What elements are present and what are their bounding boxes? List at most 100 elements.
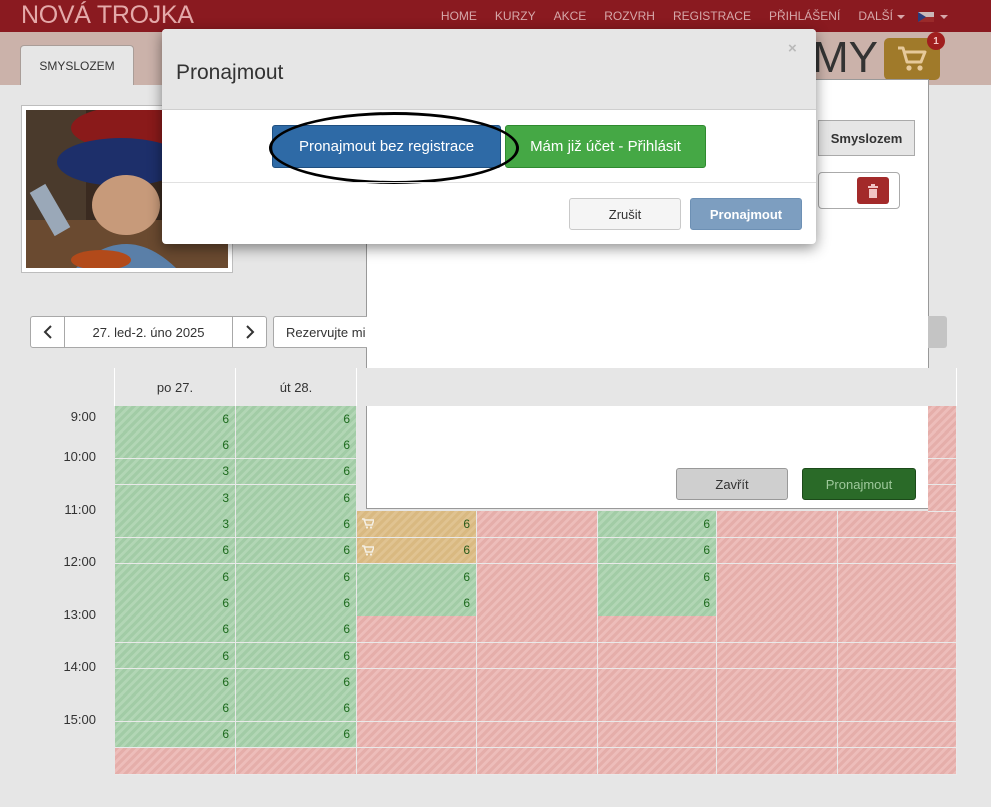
- unavailable-slot: [477, 747, 598, 775]
- unavailable-slot: [598, 616, 717, 644]
- available-slot[interactable]: 6: [236, 563, 357, 591]
- time-label: 13:00: [63, 607, 96, 622]
- panel-rent-button[interactable]: Pronajmout: [802, 468, 916, 500]
- available-slot[interactable]: 6: [236, 458, 357, 486]
- slot-capacity: 3: [222, 464, 229, 479]
- available-slot[interactable]: 6: [115, 721, 236, 749]
- available-slot[interactable]: 6: [115, 616, 236, 644]
- available-slot[interactable]: 6: [598, 511, 717, 538]
- available-slot[interactable]: 6: [357, 590, 477, 617]
- available-slot[interactable]: 6: [236, 406, 357, 433]
- modal-title: Pronajmout: [176, 61, 284, 84]
- cz-flag-icon[interactable]: [918, 12, 934, 22]
- nav-home[interactable]: HOME: [441, 9, 477, 23]
- available-slot[interactable]: 6: [115, 563, 236, 591]
- calendar-action-stub[interactable]: [928, 316, 947, 348]
- available-slot[interactable]: 3: [115, 484, 236, 512]
- unavailable-slot: [598, 695, 717, 723]
- slot-capacity: 6: [703, 543, 710, 558]
- modal-divider: [162, 182, 816, 183]
- slot-capacity: 6: [343, 438, 350, 453]
- available-slot[interactable]: 6: [236, 484, 357, 512]
- unavailable-slot: [598, 721, 717, 749]
- close-panel-button[interactable]: Zavřít: [676, 468, 788, 500]
- unavailable-slot: [598, 669, 717, 696]
- unavailable-slot: [838, 511, 957, 538]
- available-slot[interactable]: 6: [598, 563, 717, 591]
- nav-registrace[interactable]: REGISTRACE: [673, 9, 751, 23]
- slot-capacity: 6: [222, 622, 229, 637]
- unavailable-slot: [717, 669, 838, 696]
- prev-week-button[interactable]: [30, 316, 65, 348]
- available-slot[interactable]: 6: [236, 537, 357, 565]
- slot-capacity: 6: [343, 727, 350, 742]
- unavailable-slot: [477, 642, 598, 670]
- nav-prihlaseni[interactable]: PŘIHLÁŠENÍ: [769, 9, 840, 23]
- available-slot[interactable]: 6: [115, 432, 236, 460]
- available-slot[interactable]: 6: [115, 406, 236, 433]
- shopping-cart-icon: [898, 46, 927, 71]
- available-slot[interactable]: 6: [236, 511, 357, 538]
- unavailable-slot: [477, 669, 598, 696]
- close-icon[interactable]: ×: [788, 40, 797, 57]
- available-slot[interactable]: 6: [598, 590, 717, 617]
- available-slot[interactable]: 6: [115, 695, 236, 723]
- slot-capacity: 6: [343, 674, 350, 689]
- available-slot[interactable]: 6: [357, 563, 477, 591]
- rent-modal: Pronajmout × Pronajmout bez registrace M…: [162, 29, 816, 244]
- unavailable-slot: [477, 721, 598, 749]
- unavailable-slot: [717, 695, 838, 723]
- unavailable-slot: [838, 616, 957, 644]
- rent-button[interactable]: Pronajmout: [690, 198, 802, 230]
- available-slot[interactable]: 6: [236, 616, 357, 644]
- slot-capacity: 6: [703, 569, 710, 584]
- main-nav: HOME KURZY AKCE ROZVRH REGISTRACE PŘIHLÁ…: [441, 0, 949, 32]
- available-slot[interactable]: 6: [115, 669, 236, 696]
- time-label: 15:00: [63, 712, 96, 727]
- delete-button[interactable]: [857, 177, 889, 204]
- nav-kurzy[interactable]: KURZY: [495, 9, 536, 23]
- slot-capacity: 6: [222, 543, 229, 558]
- unavailable-slot: [598, 642, 717, 670]
- available-slot[interactable]: 6: [236, 642, 357, 670]
- available-slot[interactable]: 3: [115, 458, 236, 486]
- unavailable-slot: [357, 721, 477, 749]
- time-label: 10:00: [63, 449, 96, 464]
- cart-slot[interactable]: 6: [357, 537, 477, 565]
- unavailable-slot: [928, 458, 957, 486]
- available-slot[interactable]: 6: [236, 432, 357, 460]
- available-slot[interactable]: 6: [236, 669, 357, 696]
- slot-capacity: 6: [222, 648, 229, 663]
- available-slot[interactable]: 6: [236, 695, 357, 723]
- slot-capacity: 6: [222, 438, 229, 453]
- day-header-tue: út 28.: [236, 368, 357, 406]
- available-slot[interactable]: 6: [598, 537, 717, 565]
- slot-capacity: 6: [343, 595, 350, 610]
- unavailable-slot: [598, 747, 717, 775]
- cancel-button[interactable]: Zrušit: [569, 198, 681, 230]
- available-slot[interactable]: 3: [115, 511, 236, 538]
- available-slot[interactable]: 6: [236, 590, 357, 617]
- slot-capacity: 6: [222, 411, 229, 426]
- available-slot[interactable]: 6: [115, 590, 236, 617]
- brand-logo[interactable]: NOVÁ TROJKA: [21, 1, 194, 30]
- unavailable-slot: [838, 537, 957, 565]
- reserve-input[interactable]: Rezervujte mi: [273, 316, 367, 348]
- login-existing-account-button[interactable]: Mám již účet - Přihlásit: [505, 125, 706, 168]
- available-slot[interactable]: 6: [115, 537, 236, 565]
- nav-rozvrh[interactable]: ROZVRH: [604, 9, 655, 23]
- day-header-mon: po 27.: [115, 368, 236, 406]
- available-slot[interactable]: 6: [115, 642, 236, 670]
- available-slot[interactable]: 6: [236, 721, 357, 749]
- cart-slot[interactable]: 6: [357, 511, 477, 538]
- nav-dalsi[interactable]: DALŠÍ: [858, 9, 905, 23]
- slot-capacity: 6: [703, 517, 710, 532]
- unavailable-slot: [477, 563, 598, 591]
- nav-akce[interactable]: AKCE: [554, 9, 587, 23]
- slot-capacity: 6: [463, 517, 470, 532]
- tab-smyslozem[interactable]: SMYSLOZEM: [20, 45, 134, 85]
- unavailable-slot: [357, 669, 477, 696]
- next-week-button[interactable]: [232, 316, 267, 348]
- trash-icon: [868, 183, 878, 198]
- time-column: 9:00 10:00 11:00 12:00 13:00 14:00 15:00: [21, 406, 115, 773]
